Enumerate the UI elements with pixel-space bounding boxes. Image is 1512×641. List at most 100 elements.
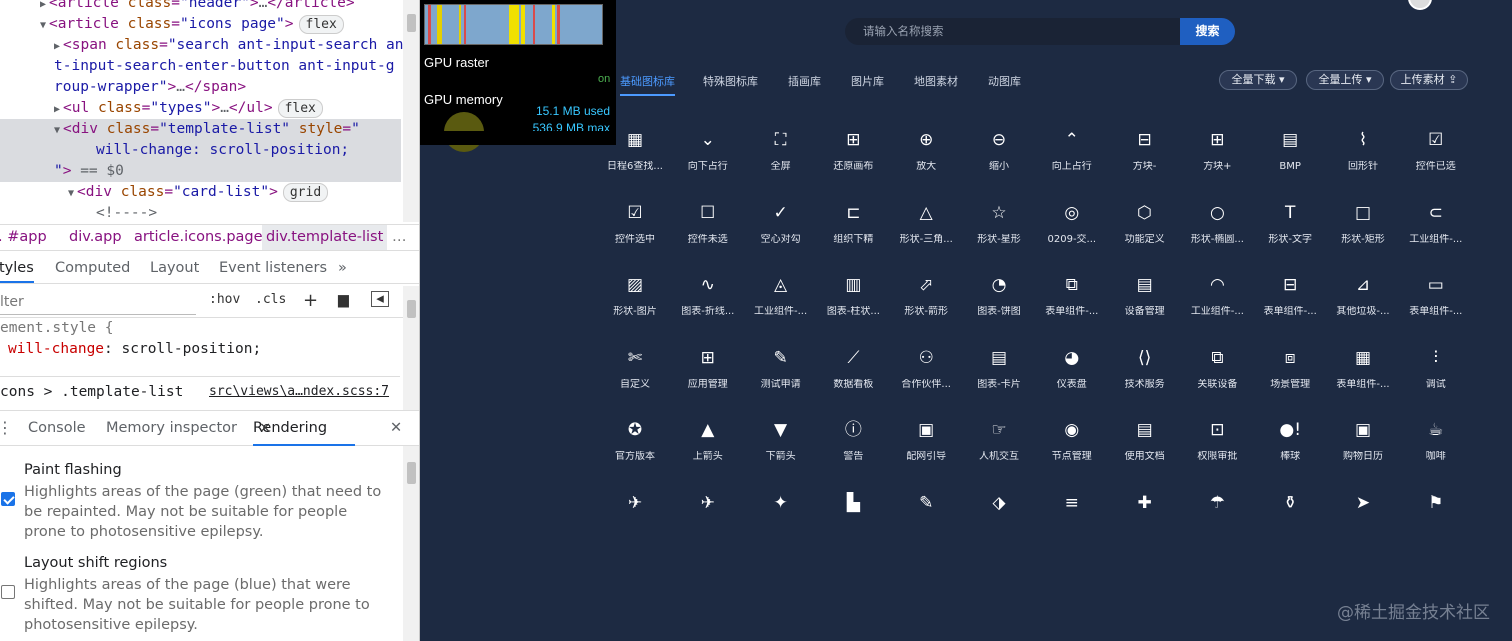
dom-node-line[interactable]: ▶ <article class="header">…</article> bbox=[40, 0, 355, 14]
collapse-arrow-icon[interactable]: ▶ bbox=[54, 104, 60, 115]
expand-arrow-icon[interactable]: ▼ bbox=[68, 188, 74, 199]
new-style-rule-button[interactable]: + bbox=[303, 290, 318, 311]
search-input[interactable]: 请输入名称搜索 bbox=[845, 18, 1183, 45]
breadcrumb-more[interactable]: … bbox=[392, 225, 407, 250]
icon-card[interactable]: ▤ 图表-卡片 bbox=[964, 347, 1034, 407]
icon-card[interactable]: ▣ 购物日历 bbox=[1328, 419, 1398, 479]
icon-card[interactable]: ⛶ 全屏 bbox=[746, 129, 816, 189]
styles-filter-input[interactable]: lter bbox=[0, 289, 196, 315]
icon-card[interactable]: ✎ 测试申请 bbox=[746, 347, 816, 407]
icon-card[interactable]: ⊡ 权限审批 bbox=[1182, 419, 1252, 479]
icon-card[interactable]: ◎ 0209-交... bbox=[1037, 202, 1107, 262]
collapse-arrow-icon[interactable]: ▶ bbox=[40, 0, 46, 10]
element-style-value[interactable]: scroll-position; bbox=[122, 341, 262, 357]
icon-card[interactable]: ⬀ 形状-箭形 bbox=[891, 274, 961, 334]
icon-card[interactable]: ☆ 形状-星形 bbox=[964, 202, 1034, 262]
tab-computed[interactable]: Computed bbox=[55, 252, 130, 284]
expand-arrow-icon[interactable]: ▼ bbox=[54, 125, 60, 136]
drawer-menu-icon[interactable]: ⋮ bbox=[0, 411, 13, 445]
tab-layout[interactable]: Layout bbox=[150, 252, 199, 284]
layout-badge[interactable]: flex bbox=[298, 15, 344, 34]
expand-arrow-icon[interactable]: ▼ bbox=[40, 20, 46, 31]
icon-card[interactable]: ⊞ 还原画布 bbox=[818, 129, 888, 189]
paint-flashing-checkbox[interactable] bbox=[1, 492, 15, 506]
dom-node-line[interactable]: t-input-search-enter-button ant-input-g bbox=[54, 56, 394, 77]
icon-card[interactable]: ⊂ 工业组件-... bbox=[1401, 202, 1471, 262]
drawer-close-icon[interactable]: ✕ bbox=[390, 411, 402, 445]
dom-node-line[interactable]: will-change: scroll-position; bbox=[96, 140, 349, 161]
icon-card[interactable]: ▨ 形状-图片 bbox=[600, 274, 670, 334]
icon-card[interactable]: ⌃ 向上占行 bbox=[1037, 129, 1107, 189]
dom-node-line[interactable]: ▶ <ul class="types">…</ul> flex bbox=[54, 98, 323, 119]
icon-card[interactable]: ●! 棒球 bbox=[1255, 419, 1325, 479]
dom-node-line[interactable]: ▼ <article class="icons page"> flex bbox=[40, 14, 344, 35]
tab-styles[interactable]: tyles bbox=[0, 252, 34, 283]
icon-card[interactable]: ○ 形状-椭圆... bbox=[1182, 202, 1252, 262]
icon-card[interactable]: ◬ 工业组件-... bbox=[746, 274, 816, 334]
icon-card[interactable]: ▲ 上箭头 bbox=[673, 419, 743, 479]
styles-scrollbar[interactable] bbox=[403, 286, 419, 410]
tab-special-icons[interactable]: 特殊图标库 bbox=[703, 73, 758, 89]
element-style-prop[interactable]: will-change bbox=[8, 341, 104, 357]
tab-memory-inspector[interactable]: Memory inspector bbox=[106, 411, 237, 445]
icon-card[interactable]: ◉ 节点管理 bbox=[1037, 419, 1107, 479]
icon-card[interactable]: ▼ 下箭头 bbox=[746, 419, 816, 479]
icon-card[interactable]: ⊟ 方块- bbox=[1110, 129, 1180, 189]
tab-console[interactable]: Console bbox=[28, 411, 86, 445]
paint-brush-icon[interactable]: ▆ bbox=[338, 292, 349, 308]
tab-rendering-close-icon[interactable]: × bbox=[259, 411, 271, 445]
icon-card[interactable]: ▤ 使用文档 bbox=[1110, 419, 1180, 479]
hover-state-toggle[interactable]: :hov bbox=[209, 292, 240, 307]
dom-node-line[interactable]: "> == $0 bbox=[54, 161, 124, 182]
icon-card[interactable]: ▤ 设备管理 bbox=[1110, 274, 1180, 334]
class-toggle[interactable]: .cls bbox=[255, 292, 286, 307]
icon-card[interactable]: ◠ 工业组件-... bbox=[1182, 274, 1252, 334]
tab-event-listeners[interactable]: Event listeners bbox=[219, 252, 327, 284]
icon-card[interactable]: T 形状-文字 bbox=[1255, 202, 1325, 262]
icon-card[interactable]: ⓘ 警告 bbox=[818, 419, 888, 479]
icon-card[interactable]: ▦ 表单组件-... bbox=[1328, 347, 1398, 407]
icon-card[interactable]: ◔ 图表-饼图 bbox=[964, 274, 1034, 334]
download-all-button[interactable]: 全量下载 ▾ bbox=[1219, 70, 1297, 90]
tab-images[interactable]: 图片库 bbox=[851, 73, 884, 89]
breadcrumb-article-icons[interactable]: article.icons.page bbox=[134, 225, 263, 250]
dom-node-line[interactable]: ▶ <span class="search ant-input-search an bbox=[54, 35, 404, 56]
tab-illustrations[interactable]: 插画库 bbox=[788, 73, 821, 89]
collapse-arrow-icon[interactable]: ▶ bbox=[54, 41, 60, 52]
icon-card[interactable]: ⊕ 放大 bbox=[891, 129, 961, 189]
icon-card[interactable]: ✄ 自定义 bbox=[600, 347, 670, 407]
search-button[interactable]: 搜索 bbox=[1180, 18, 1235, 45]
icon-card[interactable]: ▥ 图表-柱状... bbox=[818, 274, 888, 334]
dom-node-line[interactable]: <!----> bbox=[96, 203, 157, 224]
icon-card[interactable]: ✓ 空心对勾 bbox=[746, 202, 816, 262]
icon-card[interactable]: ▣ 配网引导 bbox=[891, 419, 961, 479]
icon-card[interactable]: ☕ 咖啡 bbox=[1401, 419, 1471, 479]
icon-card[interactable]: ☑ 控件已选 bbox=[1401, 129, 1471, 189]
icon-card[interactable]: △ 形状-三角... bbox=[891, 202, 961, 262]
tabs-overflow-chevron[interactable]: » bbox=[338, 252, 347, 284]
icon-card[interactable]: ⊞ 应用管理 bbox=[673, 347, 743, 407]
icon-card[interactable]: ⊖ 缩小 bbox=[964, 129, 1034, 189]
icon-card[interactable]: ▭ 表单组件-... bbox=[1401, 274, 1471, 334]
icon-card[interactable]: ⟨⟩ 技术服务 bbox=[1110, 347, 1180, 407]
tab-basic-icons[interactable]: 基础图标库 bbox=[620, 73, 675, 96]
icon-card[interactable]: ⟋ 数据看板 bbox=[818, 347, 888, 407]
icon-card[interactable]: ⧉ 表单组件-... bbox=[1037, 274, 1107, 334]
icon-card[interactable]: ☑ 控件选中 bbox=[600, 202, 670, 262]
icon-card[interactable]: ⊿ 其他垃圾-... bbox=[1328, 274, 1398, 334]
sidebar-toggle-icon[interactable]: ◂ bbox=[371, 291, 389, 307]
layout-badge[interactable]: flex bbox=[277, 99, 323, 118]
icon-card[interactable]: ⧈ 场景管理 bbox=[1255, 347, 1325, 407]
icon-card[interactable]: ⬡ 功能定义 bbox=[1110, 202, 1180, 262]
icon-card[interactable]: ⫶ 调试 bbox=[1401, 347, 1471, 407]
icon-card[interactable]: ⧉ 关联设备 bbox=[1182, 347, 1252, 407]
tab-rendering[interactable]: Rendering × bbox=[253, 411, 355, 446]
upload-material-button[interactable]: 上传素材 ⇪ bbox=[1390, 70, 1468, 90]
dom-node-line[interactable]: ▼ <div class="card-list"> grid bbox=[68, 182, 329, 203]
tab-map-materials[interactable]: 地图素材 bbox=[914, 73, 958, 89]
icon-card[interactable]: ☞ 人机交互 bbox=[964, 419, 1034, 479]
breadcrumb-div-app[interactable]: div.app bbox=[69, 225, 122, 250]
rule-source-link[interactable]: src\views\a…ndex.scss:7 bbox=[209, 384, 389, 399]
layout-badge[interactable]: grid bbox=[282, 183, 329, 202]
breadcrumb-app[interactable]: . #app bbox=[0, 225, 47, 250]
